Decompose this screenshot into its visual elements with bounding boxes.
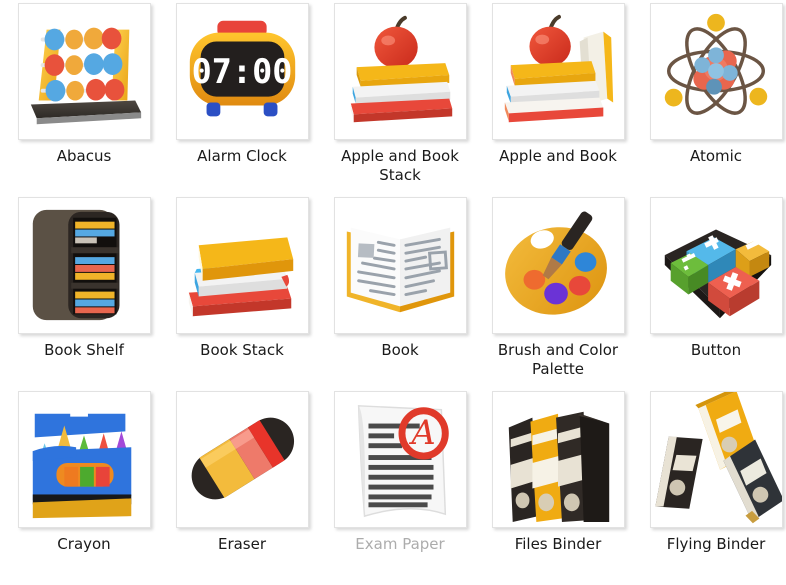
gallery-item[interactable]: Book	[321, 197, 479, 391]
exam-paper-icon: A	[335, 392, 466, 527]
book-icon	[335, 198, 466, 333]
item-label: Button	[690, 341, 742, 359]
gallery-item[interactable]: Brush and Color Palette	[479, 197, 637, 391]
book-stack-icon	[177, 198, 308, 333]
item-label: Book Stack	[200, 341, 284, 359]
thumbnail-files-binder[interactable]	[491, 391, 625, 528]
gallery-item[interactable]: Flying Binder	[637, 391, 786, 585]
item-label: Brush and Color Palette	[497, 341, 619, 378]
thumbnail-exam-paper[interactable]: A	[333, 391, 467, 528]
apple-and-book-icon	[493, 4, 624, 139]
thumbnail-atomic[interactable]	[649, 3, 783, 140]
item-label: Book Shelf	[44, 341, 124, 359]
item-label: Exam Paper	[355, 535, 445, 553]
thumbnail-button[interactable]	[649, 197, 783, 334]
atomic-icon	[651, 4, 782, 139]
thumbnail-crayon[interactable]	[17, 391, 151, 528]
abacus-icon	[19, 4, 150, 139]
apple-and-book-stack-icon	[335, 4, 466, 139]
thumbnail-brush-and-color-palette[interactable]	[491, 197, 625, 334]
book-shelf-icon	[19, 198, 150, 333]
gallery-item[interactable]: Atomic	[637, 3, 786, 197]
gallery-item[interactable]: Apple and Book Stack	[321, 3, 479, 197]
item-label: Crayon	[57, 535, 111, 553]
thumbnail-apple-and-book[interactable]	[491, 3, 625, 140]
item-label: Flying Binder	[666, 535, 766, 553]
item-label: Alarm Clock	[197, 147, 287, 165]
gallery-item[interactable]: 07:00 Alarm Clock	[163, 3, 321, 197]
gallery-item[interactable]: Button	[637, 197, 786, 391]
button-icon	[651, 198, 782, 333]
gallery-item[interactable]: A Exam Paper	[321, 391, 479, 585]
alarm-clock-icon: 07:00	[177, 4, 308, 139]
item-label: Atomic	[689, 147, 743, 165]
thumbnail-apple-and-book-stack[interactable]	[333, 3, 467, 140]
item-label: Apple and Book Stack	[341, 147, 459, 184]
gallery-item[interactable]: Files Binder	[479, 391, 637, 585]
gallery-item[interactable]: Book Shelf	[5, 197, 163, 391]
item-label: Abacus	[56, 147, 112, 165]
files-binder-icon	[493, 392, 624, 527]
item-label: Eraser	[217, 535, 267, 553]
gallery-item[interactable]: Crayon	[5, 391, 163, 585]
crayon-icon	[19, 392, 150, 527]
gallery-item[interactable]: Abacus	[5, 3, 163, 197]
brush-and-color-palette-icon	[493, 198, 624, 333]
icon-gallery: Abacus 07:00 Alarm Clock Apple and Book …	[0, 0, 786, 580]
thumbnail-book-stack[interactable]	[175, 197, 309, 334]
item-label: Files Binder	[514, 535, 602, 553]
flying-binder-icon	[651, 392, 782, 527]
thumbnail-eraser[interactable]	[175, 391, 309, 528]
thumbnail-alarm-clock[interactable]: 07:00	[175, 3, 309, 140]
grade-mark: A	[408, 413, 435, 452]
thumbnail-book[interactable]	[333, 197, 467, 334]
item-label: Book	[381, 341, 419, 359]
clock-display: 07:00	[191, 52, 292, 91]
gallery-item[interactable]: Apple and Book	[479, 3, 637, 197]
thumbnail-book-shelf[interactable]	[17, 197, 151, 334]
thumbnail-flying-binder[interactable]	[649, 391, 783, 528]
thumbnail-abacus[interactable]	[17, 3, 151, 140]
item-label: Apple and Book	[499, 147, 617, 165]
gallery-item[interactable]: Book Stack	[163, 197, 321, 391]
gallery-item[interactable]: Eraser	[163, 391, 321, 585]
eraser-icon	[177, 392, 308, 527]
